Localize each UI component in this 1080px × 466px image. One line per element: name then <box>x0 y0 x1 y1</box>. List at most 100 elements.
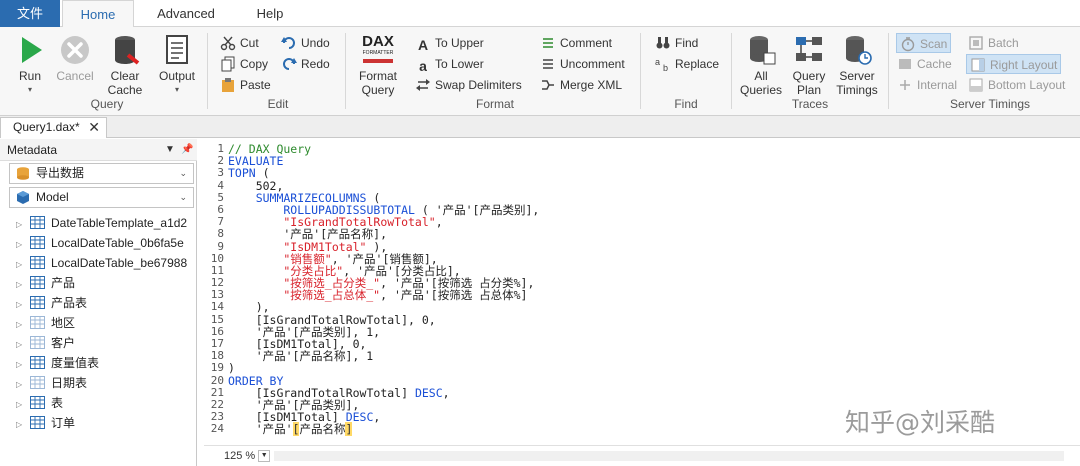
code-line: '产品'[产品名称] <box>228 422 539 437</box>
horizontal-scrollbar[interactable] <box>274 451 1064 461</box>
clipboard-icon <box>222 77 234 92</box>
tree-item-table[interactable]: ▷ DateTableTemplate_a1d2 <box>16 213 194 233</box>
tree-item-table[interactable]: ▷ LocalDateTable_be67988 <box>16 253 194 273</box>
line-number: 4 <box>217 178 224 192</box>
group-separator <box>345 33 346 109</box>
tree-item-table[interactable]: ▷ 表 <box>16 393 194 413</box>
expand-arrow-icon[interactable]: ▷ <box>16 355 26 373</box>
tree-item-table[interactable]: ▷ 地区 <box>16 313 194 333</box>
redo-label: Redo <box>301 57 330 71</box>
expand-arrow-icon[interactable]: ▷ <box>16 275 26 293</box>
internal-label: Internal <box>917 78 958 92</box>
server-timings-label-2: Timings <box>836 83 878 97</box>
right-layout-toggle[interactable]: Right Layout <box>966 54 1062 74</box>
expand-arrow-icon[interactable]: ▷ <box>16 375 26 393</box>
expand-arrow-icon[interactable]: ▷ <box>16 215 26 233</box>
table-name: 地区 <box>51 316 76 330</box>
query-plan-icon <box>796 37 822 61</box>
tab-query1[interactable]: Query1.dax* ✕ <box>0 117 107 138</box>
copy-label: Copy <box>240 57 269 71</box>
paste-button[interactable]: Paste <box>220 75 271 95</box>
internal-toggle[interactable]: Internal <box>897 75 957 95</box>
chevron-down-icon[interactable]: ▼ <box>165 139 175 161</box>
cancel-button[interactable]: Cancel <box>51 33 99 83</box>
to-upper-button[interactable]: A To Upper <box>415 33 484 53</box>
expand-arrow-icon[interactable]: ▷ <box>16 415 26 433</box>
clear-cache-button[interactable]: Clear Cache <box>101 33 149 97</box>
table-icon <box>30 416 45 430</box>
internal-icon <box>900 79 910 90</box>
output-button[interactable]: Output ▾ <box>153 33 201 97</box>
database-name: 导出数据 <box>36 166 85 180</box>
svg-text:b: b <box>663 63 668 72</box>
group-separator <box>731 33 732 109</box>
cancel-icon <box>61 36 89 64</box>
comment-button[interactable]: Comment <box>540 33 612 53</box>
query-editor[interactable]: 1 2 3 4 5 6 7 8 9 10 11 12 13 14 15 16 17 18 19 20 21 22 23 24 … <box>204 139 1080 445</box>
undo-label: Undo <box>301 36 330 50</box>
cache-toggle[interactable]: Cache <box>897 54 952 74</box>
all-queries-button[interactable]: All Queries <box>737 33 785 97</box>
bottom-layout-label: Bottom Layout <box>988 78 1066 92</box>
table-icon <box>30 256 45 270</box>
server-timings-button[interactable]: Server Timings <box>833 33 881 97</box>
expand-arrow-icon[interactable]: ▷ <box>16 255 26 273</box>
query-plan-button[interactable]: Query Plan <box>785 33 833 97</box>
scan-toggle[interactable]: Scan <box>896 33 952 53</box>
tab-home[interactable]: Home <box>62 0 134 28</box>
replace-button[interactable]: a b Replace <box>655 54 719 74</box>
format-query-button[interactable]: DAX FORMATTER Format Query <box>353 33 403 97</box>
swap-delimiters-button[interactable]: Swap Delimiters <box>415 75 522 95</box>
chevron-down-icon: ▾ <box>174 85 179 94</box>
tree-item-table[interactable]: ▷ 产品 <box>16 273 194 293</box>
expand-arrow-icon[interactable]: ▷ <box>16 395 26 413</box>
tree-item-table[interactable]: ▷ 客户 <box>16 333 194 353</box>
zoom-selector[interactable]: 125 % ▼ <box>224 448 271 464</box>
expand-arrow-icon[interactable]: ▷ <box>16 315 26 333</box>
tree-item-table[interactable]: ▷ 订单 <box>16 413 194 433</box>
tab-advanced[interactable]: Advanced <box>150 0 222 27</box>
server-timings-group-label: Server Timings <box>949 97 1031 111</box>
copy-button[interactable]: Copy <box>220 54 268 74</box>
tree-item-table[interactable]: ▷ 产品表 <box>16 293 194 313</box>
all-queries-label-2: Queries <box>739 83 783 97</box>
find-button[interactable]: Find <box>655 33 698 53</box>
dax-logo-subtext: FORMATTER <box>362 50 394 56</box>
bottom-layout-toggle[interactable]: Bottom Layout <box>968 75 1065 95</box>
table-icon <box>30 216 45 230</box>
redo-button[interactable]: Redo <box>281 54 330 74</box>
close-icon[interactable]: ✕ <box>88 118 100 137</box>
cut-button[interactable]: Cut <box>220 33 259 53</box>
traces-group-label: Traces <box>791 97 829 111</box>
dax-logo-text: DAX <box>362 33 394 50</box>
batch-toggle[interactable]: Batch <box>968 33 1019 53</box>
dax-formatter-icon: DAX FORMATTER <box>361 33 395 67</box>
expand-arrow-icon[interactable]: ▷ <box>16 335 26 353</box>
scissors-icon <box>220 36 236 51</box>
table-name: DateTableTemplate_a1d2 <box>51 216 188 230</box>
merge-xml-button[interactable]: Merge XML <box>540 75 622 95</box>
to-lower-button[interactable]: a To Lower <box>415 54 484 74</box>
paste-label: Paste <box>240 78 271 92</box>
undo-button[interactable]: Undo <box>281 33 330 53</box>
tree-item-table[interactable]: ▷ 日期表 <box>16 373 194 393</box>
uncomment-icon <box>543 59 553 69</box>
tree-item-table[interactable]: ▷ LocalDateTable_0b6fa5e <box>16 233 194 253</box>
code-line: EVALUATE <box>228 155 539 167</box>
database-selector[interactable]: 导出数据 ⌄ <box>9 163 194 184</box>
code-area[interactable]: // DAX Query EVALUATE TOPN ( 502, SUMMARIZ… <box>228 143 539 437</box>
code-token: '产品'[产品名称], 1 <box>228 349 374 364</box>
expand-arrow-icon[interactable]: ▷ <box>16 295 26 313</box>
code-token: ] <box>345 422 353 437</box>
dax-logo-bar <box>363 59 393 63</box>
pin-icon[interactable]: 📌 <box>181 139 193 161</box>
tab-file[interactable]: 文件 <box>0 0 60 27</box>
model-selector[interactable]: Model ⌄ <box>9 187 194 208</box>
uncomment-button[interactable]: Uncomment <box>540 54 625 74</box>
editor-status-bar: 125 % ▼ <box>204 445 1080 466</box>
tree-item-table[interactable]: ▷ 度量值表 <box>16 353 194 373</box>
tab-help[interactable]: Help <box>248 0 292 27</box>
run-button[interactable]: Run ▾ <box>6 33 54 97</box>
expand-arrow-icon[interactable]: ▷ <box>16 235 26 253</box>
server-timings-label-1: Server <box>839 69 875 83</box>
